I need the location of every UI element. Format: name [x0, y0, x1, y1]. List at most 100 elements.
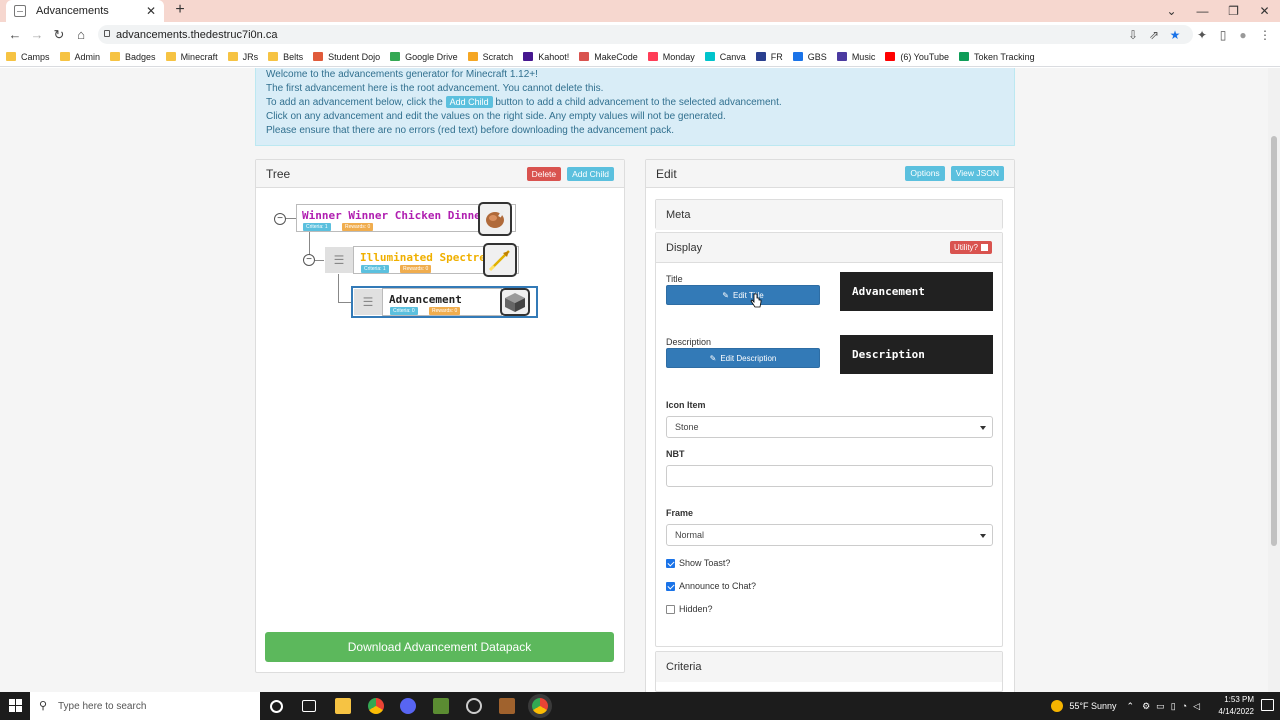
sidepanel-icon[interactable]: ▯ — [1216, 28, 1230, 42]
bookmark-label: FR — [770, 51, 783, 62]
minecraft-launcher-icon[interactable] — [499, 698, 515, 714]
tray-app-icon[interactable]: ⚙ — [1142, 701, 1150, 712]
bookmark-item[interactable]: Google Drive — [390, 52, 458, 62]
meta-section[interactable]: Meta — [655, 199, 1003, 230]
frame-select[interactable]: Normal — [666, 524, 993, 546]
tab-search-icon[interactable]: ⌄ — [1156, 4, 1187, 18]
page-scrollbar[interactable] — [1268, 68, 1280, 692]
discord-icon[interactable] — [400, 698, 416, 714]
edit-title-button[interactable]: ✎ Edit Title — [666, 285, 820, 305]
description-label: Description — [666, 337, 712, 347]
bookmark-item[interactable]: Monday — [647, 51, 695, 62]
tree-connector — [338, 274, 339, 302]
back-icon[interactable]: ← — [4, 27, 26, 42]
profile-avatar[interactable]: ● — [1236, 28, 1250, 42]
browser-tab[interactable]: Advancements ✕ — [6, 0, 164, 22]
bookmark-item[interactable]: MakeCode — [579, 52, 638, 62]
task-view-icon[interactable] — [302, 700, 316, 712]
bookmark-item[interactable]: Scratch — [467, 52, 513, 62]
options-button[interactable]: Options — [905, 166, 945, 181]
bookmark-item[interactable]: Canva — [704, 52, 746, 62]
volume-icon[interactable]: ◁ — [1193, 701, 1200, 712]
close-tab-icon[interactable]: ✕ — [146, 4, 156, 18]
bookmark-item[interactable]: (6) YouTube — [885, 52, 949, 62]
menu-icon[interactable]: ⋮ — [1258, 28, 1272, 42]
weather-text[interactable]: 55°F Sunny — [1069, 701, 1116, 711]
battery-icon[interactable]: ▯ — [1171, 701, 1176, 712]
download-datapack-button[interactable]: Download Advancement Datapack — [265, 632, 614, 662]
windows-start-icon[interactable] — [9, 699, 22, 712]
collapse-root-icon[interactable]: − — [274, 213, 286, 225]
share-icon[interactable]: ⇗ — [1147, 28, 1161, 42]
bookmark-item[interactable]: Admin — [59, 52, 100, 62]
bookmark-item[interactable]: Kahoot! — [523, 52, 569, 62]
restore-icon[interactable]: ❐ — [1218, 4, 1249, 18]
tray-chevron-icon[interactable]: ⌃ — [1127, 701, 1135, 712]
obs-icon[interactable] — [466, 698, 482, 714]
bookmark-label: Monday — [662, 51, 695, 62]
icon-item-select[interactable]: Stone — [666, 416, 993, 438]
criteria-header[interactable]: Criteria — [656, 652, 1002, 682]
notifications-icon[interactable] — [1261, 699, 1274, 711]
cooked-chicken-icon — [478, 202, 512, 236]
edit-description-button[interactable]: ✎ Edit Description — [666, 348, 820, 368]
chrome-active-icon[interactable] — [532, 698, 548, 714]
taskbar-search-box[interactable]: ⚲ Type here to search — [30, 692, 260, 720]
bookmark-item[interactable]: FR — [755, 51, 783, 62]
bookmark-item[interactable]: GBS — [792, 52, 827, 62]
sun-weather-icon — [1051, 700, 1064, 712]
network-icon[interactable]: ◔ — [1182, 701, 1187, 711]
file-explorer-icon[interactable] — [335, 698, 351, 714]
info-line-3-post: button to add a child advancement to the… — [495, 97, 782, 108]
new-tab-button[interactable]: + — [172, 2, 188, 20]
show-toast-checkbox[interactable] — [666, 559, 675, 568]
tree-node-advancement[interactable]: Advancement Criteria: 0 Rewards: 0 — [382, 288, 502, 316]
tree-connector — [286, 218, 296, 219]
cortana-icon[interactable] — [270, 700, 283, 713]
extensions-icon[interactable]: ✦ — [1195, 28, 1209, 42]
close-window-icon[interactable]: ✕ — [1249, 4, 1280, 18]
tab-title: Advancements — [36, 5, 109, 17]
taskbar-clock[interactable]: 1:53 PM 4/14/2022 — [1218, 694, 1254, 718]
bookmark-label: Belts — [283, 51, 304, 62]
node-title: Advancement — [389, 293, 462, 306]
collapse-child-icon[interactable]: − — [303, 254, 315, 266]
delete-button[interactable]: Delete — [526, 166, 562, 181]
drive-icon — [390, 52, 401, 61]
bookmark-item[interactable]: Student Dojo — [313, 52, 380, 62]
bookmark-item[interactable]: JRs — [227, 52, 258, 62]
bookmark-item[interactable]: Camps — [6, 52, 50, 62]
bookmark-star-icon[interactable]: ★ — [1168, 28, 1182, 42]
lock-icon[interactable] — [104, 30, 110, 37]
display-header[interactable]: Display Utility? — [656, 233, 1002, 263]
announce-checkbox[interactable] — [666, 582, 675, 591]
url-bar[interactable]: advancements.thedestruc7i0n.ca — [98, 25, 1193, 44]
chrome-icon[interactable] — [368, 698, 384, 714]
bookmark-item[interactable]: Minecraft — [165, 52, 218, 62]
bookmark-item[interactable]: Music — [836, 51, 876, 62]
add-child-button[interactable]: Add Child — [567, 166, 614, 181]
utility-toggle[interactable]: Utility? — [949, 241, 992, 254]
forward-icon[interactable]: → — [26, 27, 48, 42]
bookmark-item[interactable]: Token Tracking — [959, 52, 1035, 62]
drag-handle-icon[interactable]: ☰ — [325, 247, 353, 273]
meta-header[interactable]: Meta — [656, 200, 1002, 230]
dojo-icon — [313, 52, 324, 61]
tray-display-icon[interactable]: ▭ — [1156, 701, 1165, 712]
home-icon[interactable]: ⌂ — [70, 27, 92, 42]
install-icon[interactable]: ⇩ — [1126, 28, 1140, 42]
minecraft-icon[interactable] — [433, 698, 449, 714]
bookmark-item[interactable]: Belts — [268, 52, 303, 62]
hidden-checkbox[interactable] — [666, 605, 675, 614]
bookmark-label: Kahoot! — [538, 51, 570, 62]
drag-handle-icon[interactable]: ☰ — [354, 289, 382, 315]
search-icon: ⚲ — [39, 700, 48, 712]
bookmark-label: Music — [851, 51, 876, 62]
reload-icon[interactable]: ↻ — [48, 27, 70, 43]
scrollbar-thumb[interactable] — [1271, 136, 1277, 546]
nbt-input[interactable] — [666, 465, 993, 487]
bookmark-item[interactable]: Badges — [110, 52, 156, 62]
utility-checkbox[interactable] — [981, 244, 988, 251]
minimize-icon[interactable]: — — [1187, 4, 1218, 18]
view-json-button[interactable]: View JSON — [950, 166, 1004, 181]
